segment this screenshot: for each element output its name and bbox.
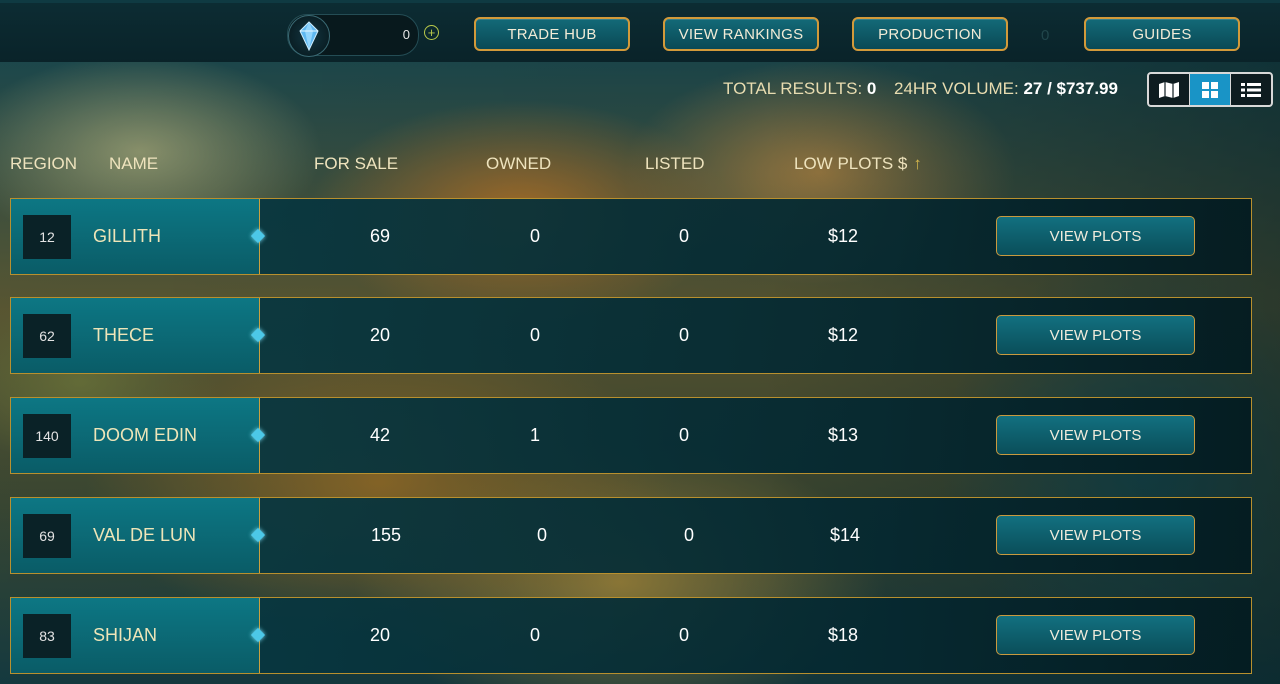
header-name[interactable]: NAME — [109, 154, 158, 174]
region-number: 12 — [23, 215, 71, 259]
owned-value: 0 — [537, 525, 548, 545]
low-plots-value: $13 — [828, 425, 859, 445]
owned-value: 0 — [530, 226, 541, 246]
top-navigation-bar: 0 + TRADE HUB VIEW RANKINGS PRODUCTION 0… — [0, 0, 1280, 62]
total-results-value: 0 — [866, 79, 877, 98]
for-sale-value: 155 — [371, 525, 402, 545]
total-results: TOTAL RESULTS: 0 — [723, 79, 876, 99]
region-name: DOOM EDIN — [93, 425, 198, 445]
region-name: THECE — [93, 325, 155, 345]
crystal-icon — [288, 15, 330, 57]
view-plots-button[interactable]: VIEW PLOTS — [996, 615, 1195, 655]
header-region[interactable]: REGION — [10, 154, 77, 174]
listed-value: 0 — [684, 525, 695, 545]
table-row[interactable]: 12 GILLITH 69 0 0 $12 VIEW PLOTS — [10, 198, 1252, 275]
view-rankings-button[interactable]: VIEW RANKINGS — [663, 17, 819, 51]
total-results-label: TOTAL RESULTS: — [723, 79, 863, 98]
view-mode-toggle — [1147, 72, 1273, 107]
low-plots-value: $18 — [828, 625, 859, 645]
region-cell: 69 VAL DE LUN — [11, 498, 260, 573]
map-view-button[interactable] — [1149, 74, 1190, 105]
for-sale-value: 20 — [370, 325, 391, 345]
listed-value: 0 — [679, 625, 690, 645]
region-name: GILLITH — [93, 226, 162, 246]
volume-label: 24HR VOLUME: — [894, 79, 1019, 98]
region-number: 69 — [23, 514, 71, 558]
region-name: SHIJAN — [93, 625, 158, 645]
low-plots-value: $12 — [828, 226, 859, 246]
volume-value: 27 / $737.99 — [1023, 79, 1118, 98]
region-cell: 83 SHIJAN — [11, 598, 260, 673]
region-number: 140 — [23, 414, 71, 458]
grid-view-button[interactable] — [1190, 74, 1231, 105]
map-icon — [1159, 81, 1179, 98]
add-currency-icon[interactable]: + — [424, 25, 439, 40]
table-row[interactable]: 140 DOOM EDIN 42 1 0 $13 VIEW PLOTS — [10, 397, 1252, 474]
table-row[interactable]: 62 THECE 20 0 0 $12 VIEW PLOTS — [10, 297, 1252, 374]
list-view-button[interactable] — [1231, 74, 1271, 105]
view-plots-button[interactable]: VIEW PLOTS — [996, 315, 1195, 355]
list-icon — [1241, 82, 1261, 97]
table-row[interactable]: 69 VAL DE LUN 155 0 0 $14 VIEW PLOTS — [10, 497, 1252, 574]
view-plots-button[interactable]: VIEW PLOTS — [996, 515, 1195, 555]
header-low-plots-label: LOW PLOTS $ — [794, 154, 908, 173]
region-name: VAL DE LUN — [93, 525, 197, 545]
sort-ascending-icon: ↑ — [913, 154, 922, 173]
production-button[interactable]: PRODUCTION — [852, 17, 1008, 51]
currency-display: 0 — [287, 14, 419, 57]
table-row[interactable]: 83 SHIJAN 20 0 0 $18 VIEW PLOTS — [10, 597, 1252, 674]
listed-value: 0 — [679, 425, 690, 445]
listed-value: 0 — [679, 325, 690, 345]
hidden-counter: 0 — [1041, 27, 1050, 44]
listed-value: 0 — [679, 226, 690, 246]
region-cell: 140 DOOM EDIN — [11, 398, 260, 473]
view-plots-button[interactable]: VIEW PLOTS — [996, 216, 1195, 256]
owned-value: 0 — [530, 325, 541, 345]
view-plots-button[interactable]: VIEW PLOTS — [996, 415, 1195, 455]
region-cell: 12 GILLITH — [11, 199, 260, 274]
for-sale-value: 42 — [370, 425, 391, 445]
region-number: 83 — [23, 614, 71, 658]
region-cell: 62 THECE — [11, 298, 260, 373]
for-sale-value: 69 — [370, 226, 391, 246]
guides-button[interactable]: GUIDES — [1084, 17, 1240, 51]
grid-icon — [1202, 81, 1218, 98]
for-sale-value: 20 — [370, 625, 391, 645]
region-number: 62 — [23, 314, 71, 358]
header-low-plots[interactable]: LOW PLOTS $ ↑ — [794, 154, 922, 174]
volume-summary: 24HR VOLUME: 27 / $737.99 — [894, 79, 1118, 99]
owned-value: 0 — [530, 625, 541, 645]
trade-hub-button[interactable]: TRADE HUB — [474, 17, 630, 51]
header-listed[interactable]: LISTED — [645, 154, 705, 174]
currency-count: 0 — [402, 27, 410, 42]
low-plots-value: $12 — [828, 325, 859, 345]
low-plots-value: $14 — [830, 525, 861, 545]
header-for-sale[interactable]: FOR SALE — [314, 154, 398, 174]
header-owned[interactable]: OWNED — [486, 154, 551, 174]
owned-value: 1 — [530, 425, 541, 445]
